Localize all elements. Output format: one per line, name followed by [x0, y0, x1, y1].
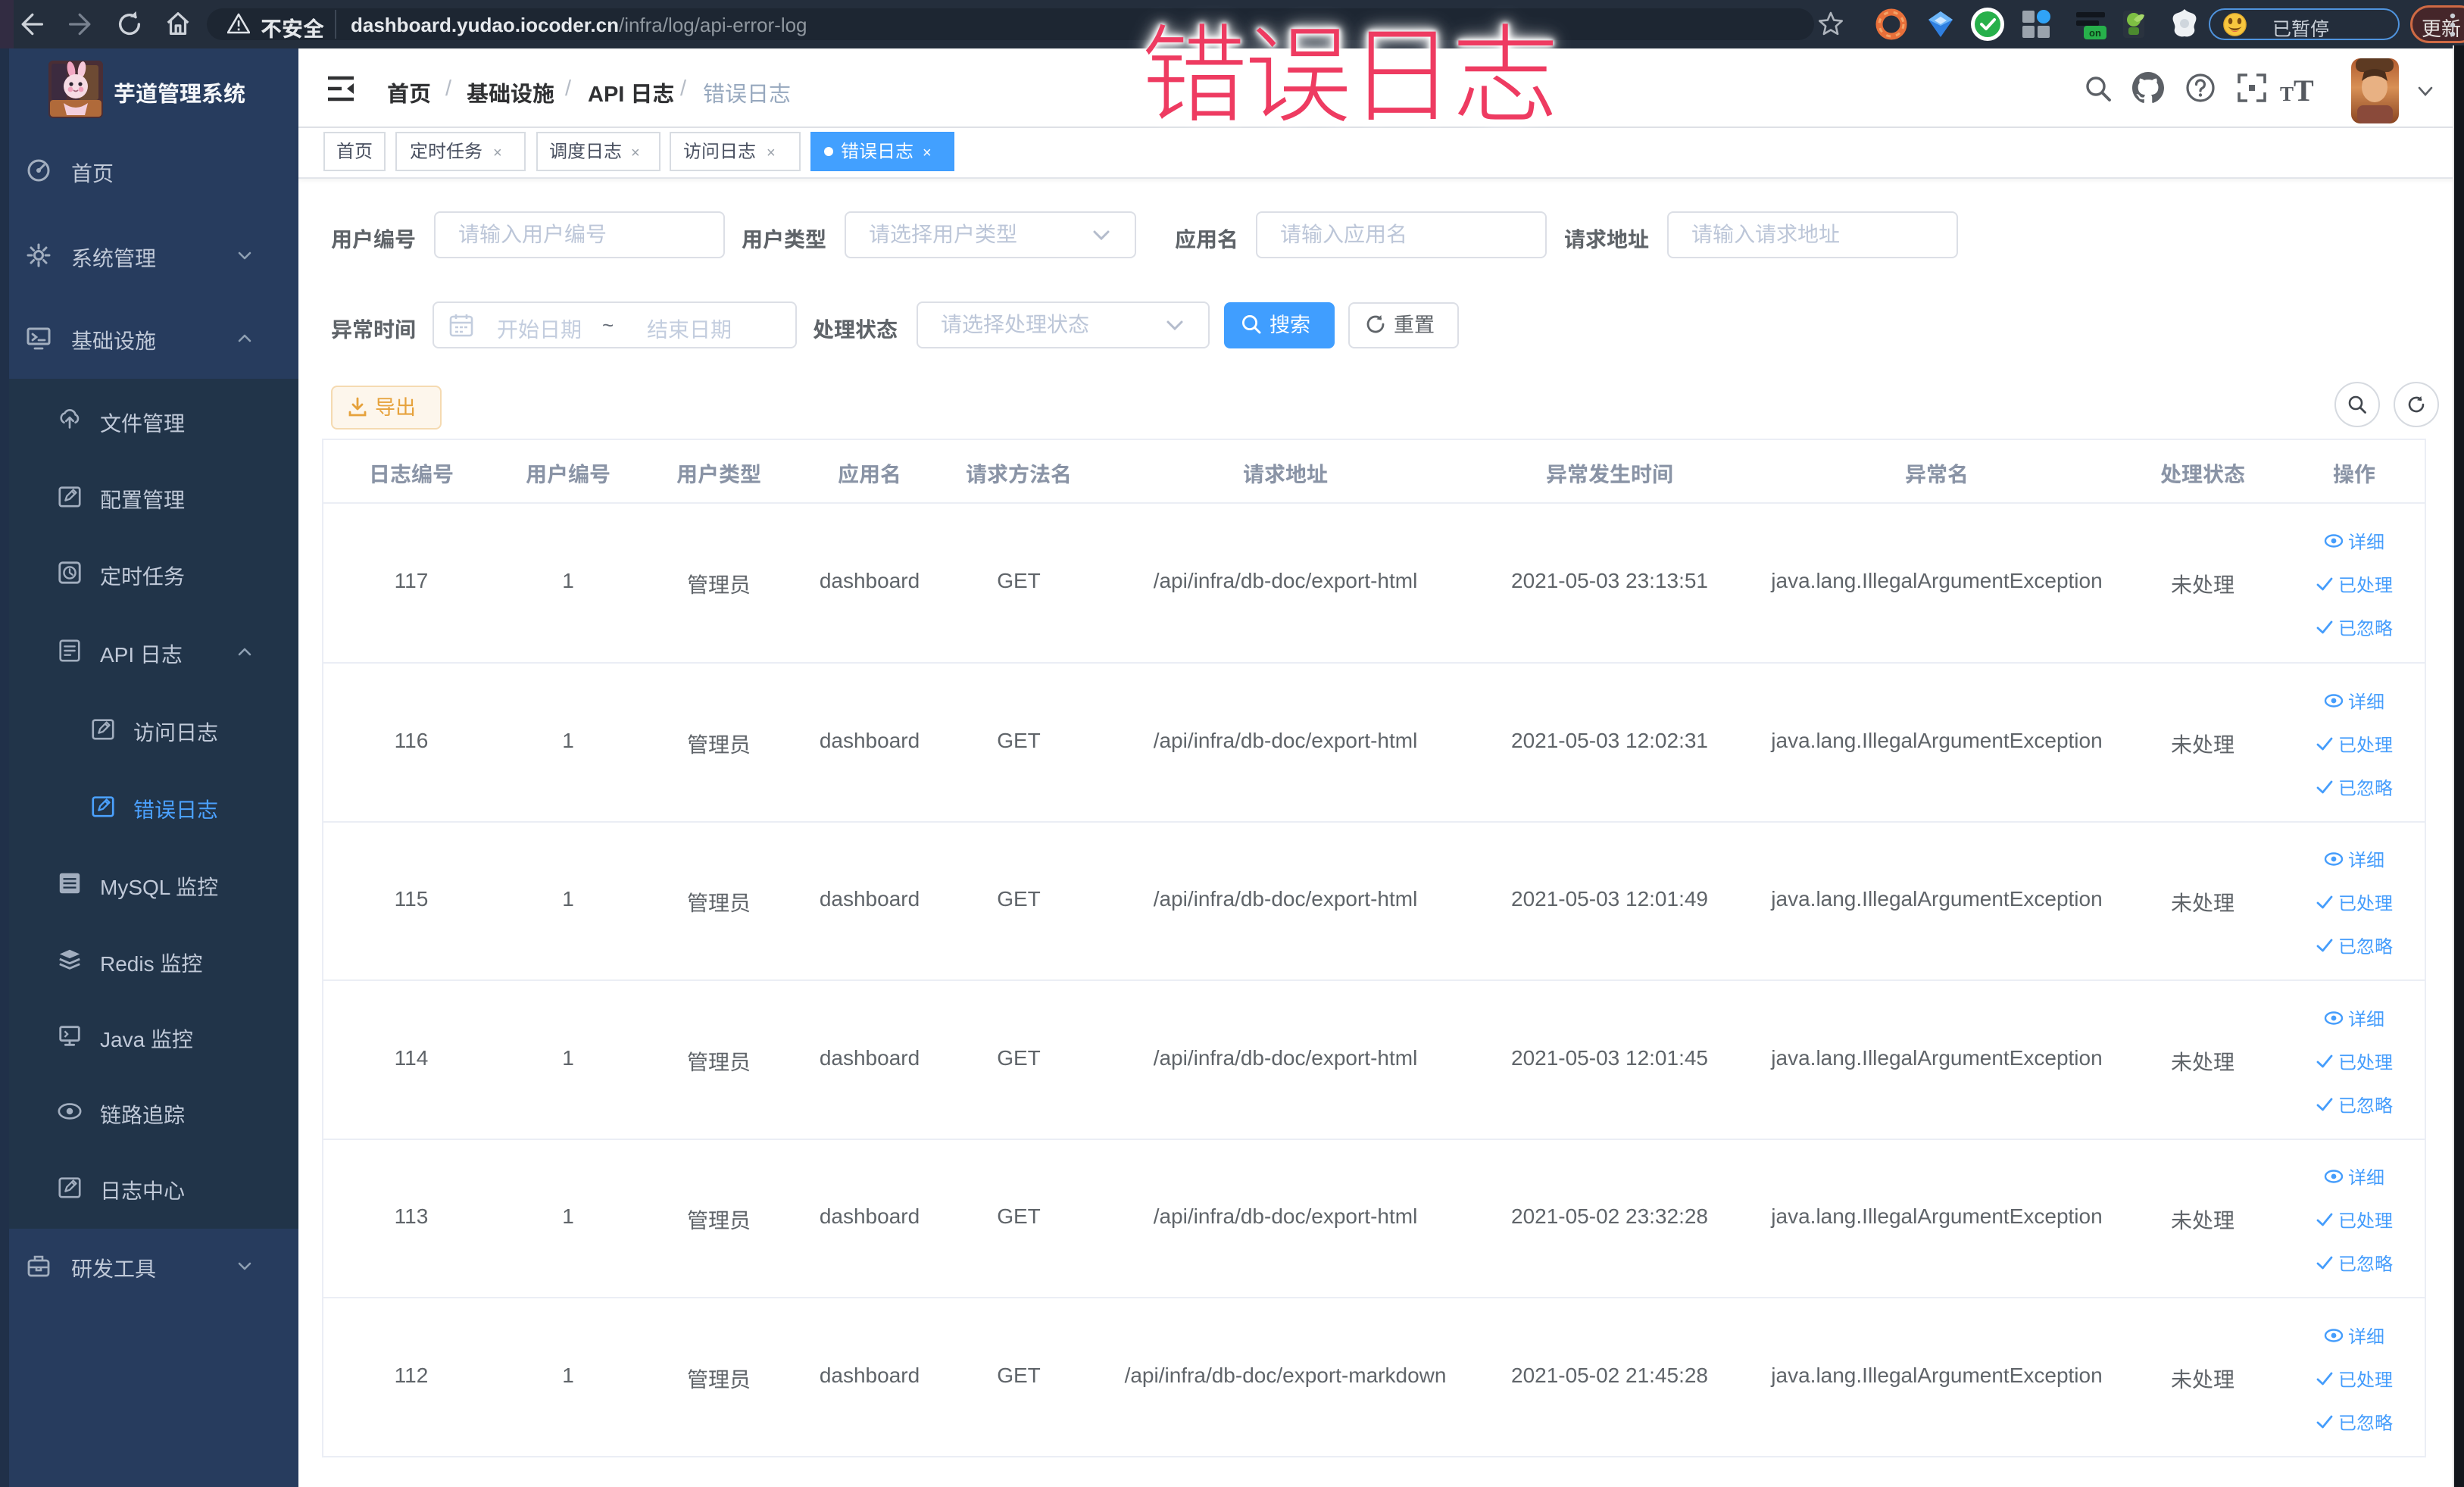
svg-text:on: on	[2089, 27, 2101, 39]
